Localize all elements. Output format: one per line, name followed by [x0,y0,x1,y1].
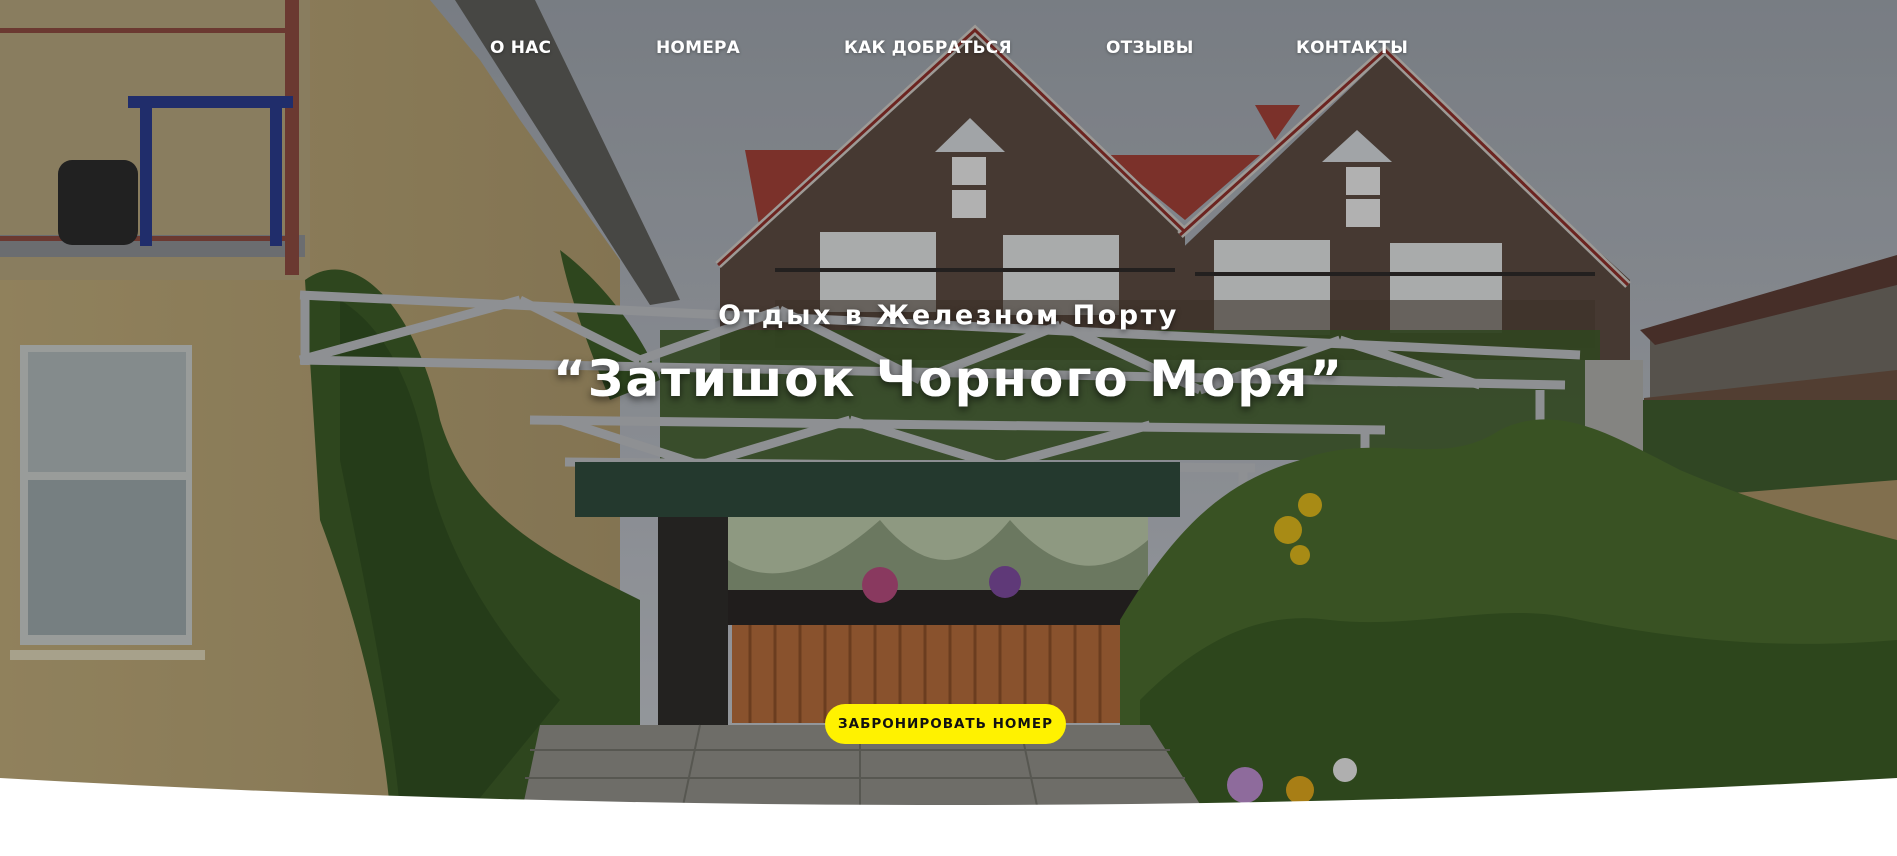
nav-item-rooms[interactable]: НОМЕРА [656,38,740,58]
hero-subtitle: Отдых в Железном Порту [718,300,1179,331]
nav-item-about[interactable]: О НАС [490,38,551,58]
nav-item-contacts[interactable]: КОНТАКТЫ [1296,38,1408,58]
nav-item-reviews[interactable]: ОТЗЫВЫ [1106,38,1194,58]
book-room-button[interactable]: ЗАБРОНИРОВАТЬ НОМЕР [825,704,1066,744]
hero-title: “Затишок Чорного Моря” [552,350,1345,408]
hero-bottom-curve [0,778,1897,856]
nav-item-directions[interactable]: КАК ДОБРАТЬСЯ [844,38,1012,58]
main-navigation: О НАС НОМЕРА КАК ДОБРАТЬСЯ ОТЗЫВЫ КОНТАК… [0,38,1897,62]
hero-section: О НАС НОМЕРА КАК ДОБРАТЬСЯ ОТЗЫВЫ КОНТАК… [0,0,1897,856]
